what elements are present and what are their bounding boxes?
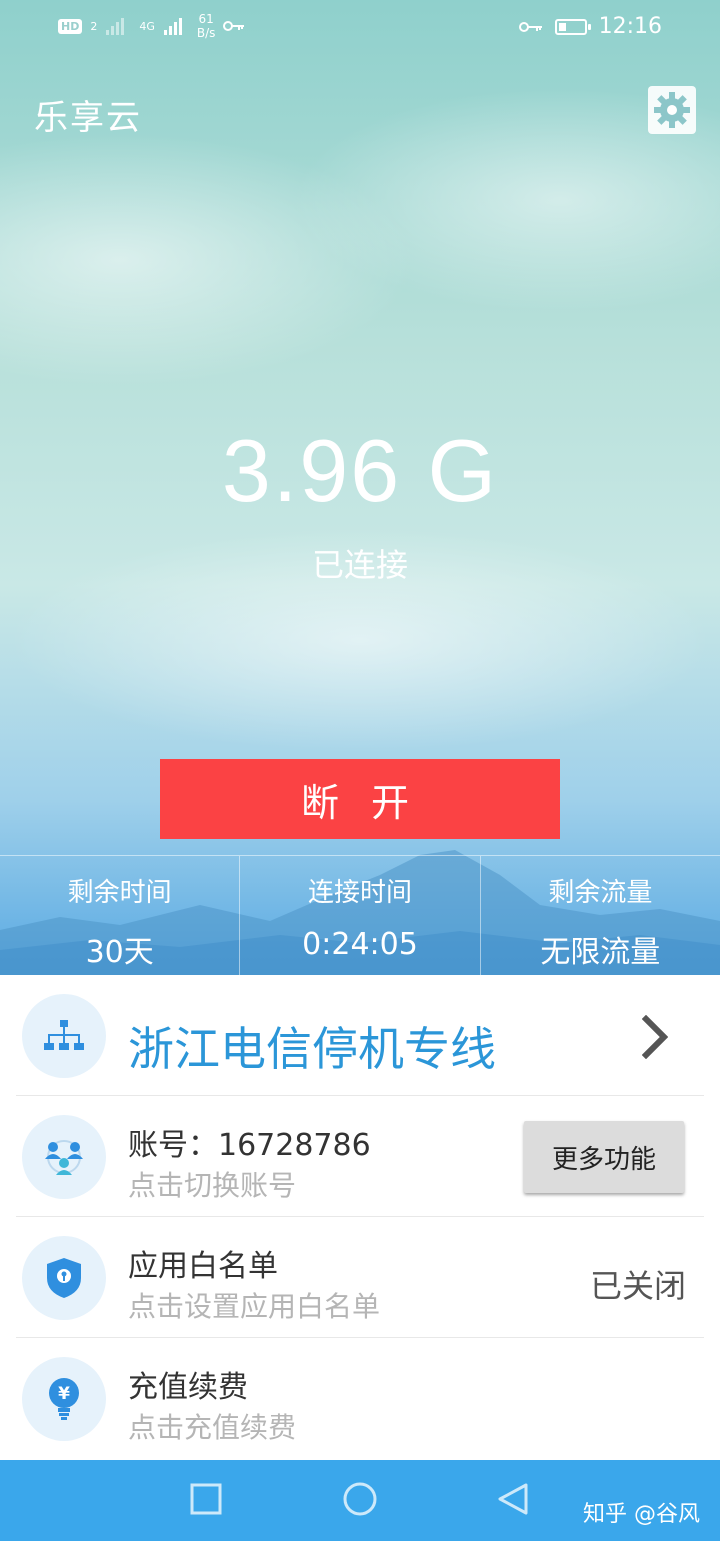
account-title: 账号：16728786 xyxy=(128,1128,371,1163)
clock: 12:16 xyxy=(598,14,662,39)
icon-circle xyxy=(22,994,106,1078)
line-title: 浙江电信停机专线 xyxy=(128,1022,496,1076)
stat-label: 剩余时间 xyxy=(67,878,172,908)
recent-apps-icon[interactable] xyxy=(190,1482,222,1518)
whitelist-subtitle: 点击设置应用白名单 xyxy=(128,1290,381,1323)
stat-value: 0:24:05 xyxy=(302,927,418,962)
whitelist-title: 应用白名单 xyxy=(128,1249,278,1284)
stat-label: 剩余流量 xyxy=(548,878,653,908)
stat-value: 30天 xyxy=(85,935,154,970)
account-subtitle: 点击切换账号 xyxy=(128,1169,297,1202)
gear-icon xyxy=(654,92,690,128)
stat-value: 无限流量 xyxy=(540,935,661,970)
hero-background: HD 2 4G 61 B/s 12:16 乐享云 3.96 G 已连接 断 开 … xyxy=(0,0,720,975)
network-type: 4G xyxy=(139,19,155,33)
currency-symbol: ¥ xyxy=(58,1384,70,1404)
app-title: 乐享云 xyxy=(34,98,142,138)
stat-remaining-data: 剩余流量 无限流量 xyxy=(481,856,720,975)
icon-circle xyxy=(22,1115,106,1199)
stat-connection-time: 连接时间 0:24:05 xyxy=(240,856,481,975)
disconnect-button[interactable]: 断 开 xyxy=(160,759,560,839)
whitelist-state: 已关闭 xyxy=(589,1267,686,1305)
more-features-button[interactable]: 更多功能 xyxy=(524,1121,684,1193)
home-icon[interactable] xyxy=(342,1482,378,1518)
shield-icon xyxy=(47,1258,81,1298)
icon-circle: ¥ xyxy=(22,1357,106,1441)
line-selector[interactable]: 浙江电信停机专线 xyxy=(16,975,704,1096)
settings-button[interactable] xyxy=(648,86,696,134)
sim-indicator: 2 xyxy=(90,19,98,33)
vpn-key-icon xyxy=(223,21,245,31)
hd-badge: HD xyxy=(58,18,83,34)
recharge-row[interactable]: ¥ 充值续费 点击充值续费 xyxy=(16,1338,704,1458)
stat-remaining-time: 剩余时间 30天 xyxy=(0,856,241,975)
watermark: 知乎 @谷风 xyxy=(583,1502,700,1527)
stat-label: 连接时间 xyxy=(307,878,412,908)
battery-icon xyxy=(554,18,591,35)
data-amount: 3.96 G xyxy=(221,421,499,520)
whitelist-row[interactable]: 应用白名单 点击设置应用白名单 已关闭 xyxy=(16,1217,704,1338)
icon-circle xyxy=(22,1236,106,1320)
stats-bar: 剩余时间 30天 连接时间 0:24:05 剩余流量 无限流量 xyxy=(0,855,720,975)
network-tree-icon xyxy=(44,1020,84,1050)
recharge-title: 充值续费 xyxy=(128,1370,248,1405)
account-row[interactable]: 账号：16728786 点击切换账号 更多功能 xyxy=(16,1096,704,1217)
options-list: 浙江电信停机专线 账号：16728786 点击切换账号 更多功能 应用白名单 点… xyxy=(0,975,720,1458)
status-bar: HD 2 4G 61 B/s 12:16 xyxy=(0,8,720,48)
vpn-key-icon-right xyxy=(518,21,542,32)
signal-icon-2 xyxy=(163,18,182,35)
users-icon xyxy=(45,1140,83,1175)
signal-icon xyxy=(106,18,125,35)
connection-status: 已连接 xyxy=(311,546,408,584)
recharge-subtitle: 点击充值续费 xyxy=(128,1411,297,1444)
lightbulb-coin-icon: ¥ xyxy=(49,1378,79,1420)
chevron-right-icon xyxy=(642,1015,668,1059)
back-icon[interactable] xyxy=(496,1482,530,1518)
network-speed: 61 B/s xyxy=(196,12,216,40)
battery-level xyxy=(558,22,566,31)
